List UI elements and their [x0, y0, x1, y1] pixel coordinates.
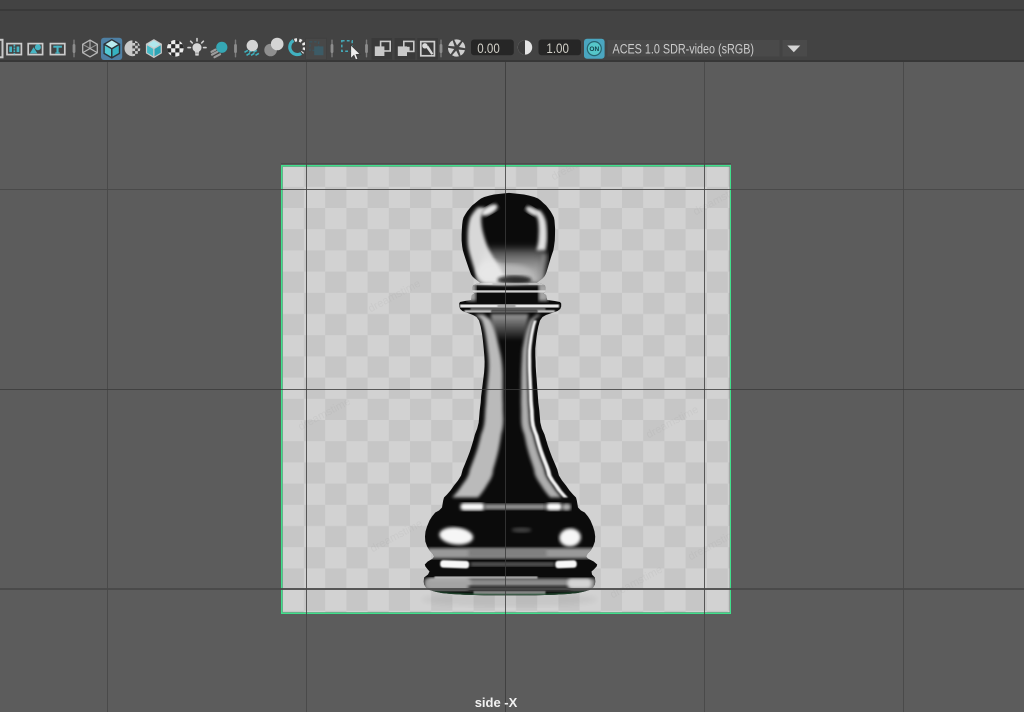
svg-text:ACES 1.0 SDR-video (sRGB): ACES 1.0 SDR-video (sRGB) — [613, 41, 755, 56]
svg-text:0.00: 0.00 — [477, 41, 500, 56]
svg-text:1.00: 1.00 — [546, 41, 569, 56]
svg-text:ON: ON — [589, 46, 599, 53]
